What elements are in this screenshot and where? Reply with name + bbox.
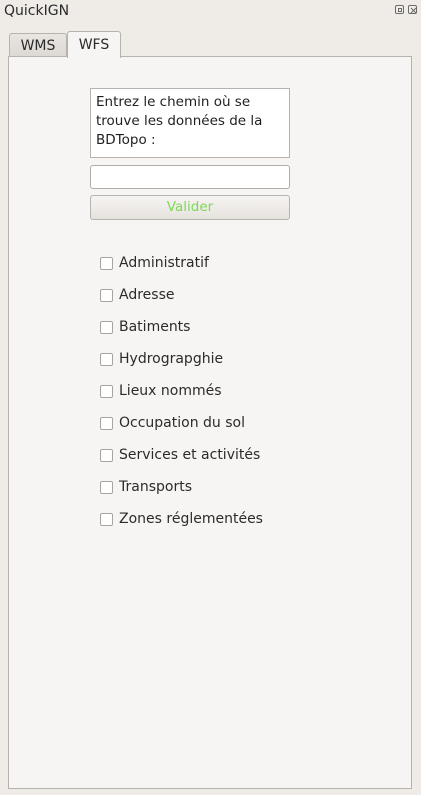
layer-checkbox-row[interactable]: Batiments <box>100 317 190 337</box>
layer-checkbox-row[interactable]: Administratif <box>100 253 209 273</box>
layer-checkbox-row[interactable]: Hydrograpghie <box>100 349 223 369</box>
layer-checkbox[interactable] <box>100 352 113 366</box>
layer-checkbox-row[interactable]: Services et activités <box>100 445 260 465</box>
layer-checkbox-label[interactable]: Services et activités <box>119 447 260 463</box>
quickign-dock-panel: QuickIGN WMS WFS Entrez le chemin où se … <box>0 0 421 795</box>
layer-checkbox[interactable] <box>100 512 113 526</box>
layer-checkbox-row[interactable]: Occupation du sol <box>100 413 245 433</box>
layer-checkbox-label[interactable]: Administratif <box>119 255 209 271</box>
close-icon[interactable] <box>408 5 417 14</box>
layer-checkbox-label[interactable]: Hydrograpghie <box>119 351 223 367</box>
layer-checkbox-row[interactable]: Adresse <box>100 285 174 305</box>
layer-checkbox-label[interactable]: Lieux nommés <box>119 383 222 399</box>
window-title: QuickIGN <box>4 3 70 19</box>
layer-checkbox-label[interactable]: Zones réglementées <box>119 511 263 527</box>
layer-checkbox[interactable] <box>100 448 113 462</box>
validate-button[interactable]: Valider <box>90 195 290 220</box>
layer-checkbox-row[interactable]: Transports <box>100 477 192 497</box>
tab-wfs[interactable]: WFS <box>67 31 121 58</box>
bdtopo-path-input[interactable] <box>90 165 290 189</box>
tab-wms[interactable]: WMS <box>9 33 67 57</box>
bdtopo-path-prompt: Entrez le chemin où se trouve les donnée… <box>90 88 290 158</box>
layer-checkbox-row[interactable]: Lieux nommés <box>100 381 222 401</box>
layer-checkbox[interactable] <box>100 416 113 430</box>
layer-checkbox-label[interactable]: Occupation du sol <box>119 415 245 431</box>
layer-checkbox[interactable] <box>100 320 113 334</box>
layer-checkbox[interactable] <box>100 256 113 270</box>
float-icon[interactable] <box>395 5 404 14</box>
layer-checkbox-label[interactable]: Adresse <box>119 287 174 303</box>
layer-checkbox-label[interactable]: Batiments <box>119 319 190 335</box>
layer-checkbox-row[interactable]: Zones réglementées <box>100 509 263 529</box>
layer-checkbox-label[interactable]: Transports <box>119 479 192 495</box>
layer-checkbox[interactable] <box>100 480 113 494</box>
title-bar: QuickIGN <box>0 0 421 24</box>
layer-checkbox[interactable] <box>100 288 113 302</box>
layer-checkbox[interactable] <box>100 384 113 398</box>
